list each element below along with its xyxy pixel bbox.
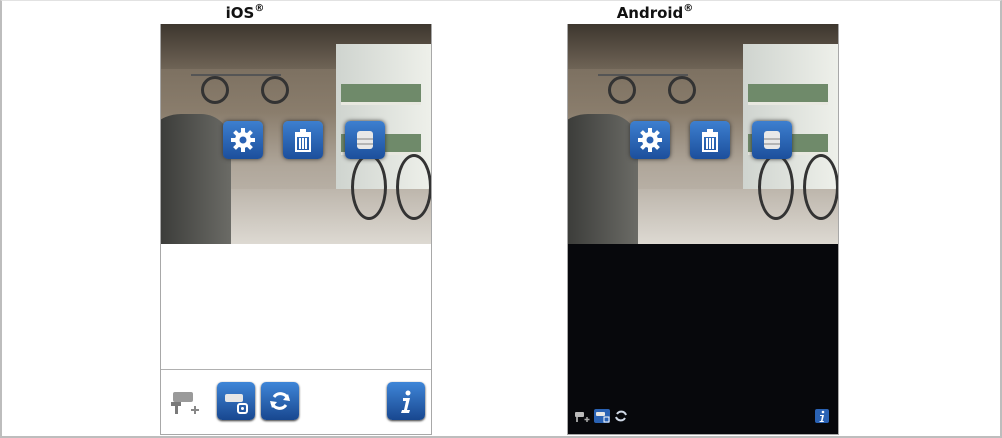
storage-button[interactable]: [752, 121, 792, 159]
settings-button[interactable]: [223, 121, 263, 159]
bike-frame: [598, 74, 688, 76]
settings-button[interactable]: [630, 121, 670, 159]
ios-phone-screen: [160, 24, 432, 435]
camera-settings-button[interactable]: [594, 409, 610, 423]
bike-wheel: [758, 154, 794, 220]
add-camera-button[interactable]: [574, 409, 590, 423]
wall-shelf: [748, 84, 828, 105]
android-phone-screen: [567, 24, 839, 435]
trash-icon: [295, 129, 311, 152]
camera-preview[interactable]: [568, 24, 838, 244]
refresh-icon: [615, 410, 627, 422]
ios-toolbar: [161, 369, 431, 434]
camera-settings-icon: [594, 409, 610, 423]
camera-settings-button[interactable]: [217, 382, 255, 420]
delete-button[interactable]: [283, 121, 323, 159]
add-camera-button[interactable]: [169, 384, 203, 418]
trash-icon: [702, 129, 718, 152]
info-button[interactable]: [814, 409, 830, 423]
gear-icon: [231, 128, 255, 152]
bike-wheel: [201, 76, 229, 104]
refresh-button[interactable]: [613, 409, 629, 423]
bike-wheel: [608, 76, 636, 104]
ios-title-text: iOS: [225, 4, 255, 22]
ios-title: iOS®: [145, 3, 345, 22]
info-icon: [815, 409, 829, 423]
info-button[interactable]: [387, 382, 425, 420]
storage-icon: [357, 131, 373, 149]
bike-wheel: [668, 76, 696, 104]
info-icon: [401, 390, 411, 413]
bike-wheel: [803, 154, 838, 220]
ios-registered-mark: ®: [254, 3, 265, 14]
gear-icon: [638, 128, 662, 152]
android-title-text: Android: [616, 4, 684, 22]
parked-car: [161, 114, 231, 244]
refresh-button[interactable]: [261, 382, 299, 420]
bike-wheel: [261, 76, 289, 104]
storage-button[interactable]: [345, 121, 385, 159]
bike-wheel: [396, 154, 431, 220]
figure-frame: [0, 0, 1002, 438]
delete-button[interactable]: [690, 121, 730, 159]
refresh-icon: [270, 392, 290, 410]
bike-frame: [191, 74, 281, 76]
camera-settings-icon: [225, 394, 248, 414]
camera-add-icon: [171, 392, 199, 414]
storage-icon: [764, 131, 780, 149]
parked-car: [568, 114, 638, 244]
bike-wheel: [351, 154, 387, 220]
camera-preview[interactable]: [161, 24, 431, 244]
android-toolbar: [568, 370, 838, 434]
camera-add-icon: [575, 412, 590, 422]
android-title: Android®: [555, 3, 755, 22]
wall-shelf: [341, 84, 421, 105]
android-registered-mark: ®: [683, 3, 694, 14]
